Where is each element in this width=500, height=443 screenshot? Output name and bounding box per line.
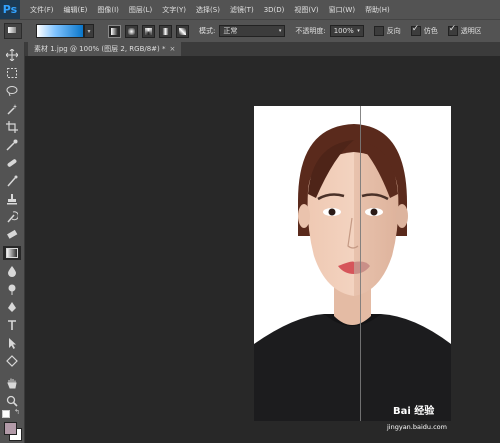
swap-colors-icon[interactable]: ↰	[14, 408, 20, 416]
chevron-down-icon: ▾	[357, 28, 360, 34]
clone-stamp-icon[interactable]	[3, 192, 21, 206]
move-icon[interactable]	[3, 48, 21, 62]
healing-brush-icon[interactable]	[3, 156, 21, 170]
tool-preset-picker[interactable]	[4, 23, 22, 39]
menu-3d[interactable]: 3D(D)	[264, 6, 285, 14]
reflected-gradient-icon[interactable]	[159, 24, 172, 38]
portrait-image	[254, 106, 451, 421]
menu-help[interactable]: 帮助(H)	[365, 5, 390, 15]
eraser-icon[interactable]	[3, 228, 21, 242]
menu-bar: Ps 文件(F) 编辑(E) 图像(I) 图层(L) 文字(Y) 选择(S) 滤…	[0, 0, 500, 19]
pen-icon[interactable]	[3, 300, 21, 314]
mode-select[interactable]: 正常 ▾	[219, 25, 286, 37]
gradient-icon[interactable]	[3, 246, 21, 260]
document-tab[interactable]: 素材 1.jpg @ 100% (图层 2, RGB/8#) * ×	[28, 42, 182, 56]
tools-panel: ↰	[0, 42, 25, 443]
dodge-icon[interactable]	[3, 282, 21, 296]
menu-image[interactable]: 图像(I)	[97, 5, 119, 15]
document-canvas-photo[interactable]	[254, 106, 451, 421]
watermark-logo: Bai 经验	[393, 406, 435, 417]
gradient-dropdown-icon[interactable]: ▾	[84, 24, 94, 38]
menu-window[interactable]: 窗口(W)	[329, 5, 355, 15]
opacity-label: 不透明度:	[295, 27, 326, 35]
reverse-checkbox[interactable]	[373, 26, 384, 36]
mode-value: 正常	[223, 27, 238, 35]
reverse-label: 反向	[386, 27, 401, 35]
document-tab-title: 素材 1.jpg @ 100% (图层 2, RGB/8#) *	[34, 45, 166, 53]
transparency-label: 透明区	[460, 27, 481, 35]
linear-gradient-icon[interactable]	[108, 24, 121, 38]
watermark-url: jingyan.baidu.com	[387, 423, 447, 431]
foreground-color-swatch[interactable]	[4, 422, 17, 435]
lasso-icon[interactable]	[3, 84, 21, 98]
mode-label: 模式:	[199, 27, 216, 35]
close-icon[interactable]: ×	[170, 45, 176, 53]
default-colors-icon[interactable]	[2, 410, 10, 418]
dither-label: 仿色	[423, 27, 438, 35]
menu-layer[interactable]: 图层(L)	[129, 5, 152, 15]
shape-icon[interactable]	[3, 354, 21, 368]
radial-gradient-icon[interactable]	[125, 24, 138, 38]
marquee-icon[interactable]	[3, 66, 21, 80]
brush-icon[interactable]	[3, 174, 21, 188]
menu-type[interactable]: 文字(Y)	[162, 5, 186, 15]
blur-icon[interactable]	[3, 264, 21, 278]
options-bar: ▾ 模式: 正常 ▾ 不透明度: 100% ▾ 反向 仿色 透明区	[0, 19, 500, 43]
path-selection-icon[interactable]	[3, 336, 21, 350]
chevron-down-icon: ▾	[278, 28, 282, 34]
gradient-preview[interactable]	[36, 24, 84, 38]
menu-view[interactable]: 视图(V)	[294, 5, 318, 15]
vertical-guide-line[interactable]	[360, 106, 361, 421]
menu-filter[interactable]: 滤镜(T)	[230, 5, 254, 15]
menu-file[interactable]: 文件(F)	[30, 5, 54, 15]
opacity-input[interactable]: 100% ▾	[329, 25, 364, 37]
menu-select[interactable]: 选择(S)	[196, 5, 220, 15]
opacity-value: 100%	[333, 27, 354, 35]
transparency-checkbox[interactable]	[447, 24, 458, 36]
menu-edit[interactable]: 编辑(E)	[64, 5, 88, 15]
hand-icon[interactable]	[3, 376, 21, 390]
magic-wand-icon[interactable]	[3, 102, 21, 116]
zoom-icon[interactable]	[3, 394, 21, 408]
diamond-gradient-icon[interactable]	[176, 24, 189, 38]
crop-icon[interactable]	[3, 120, 21, 134]
type-icon[interactable]	[3, 318, 21, 332]
document-tab-bar: 素材 1.jpg @ 100% (图层 2, RGB/8#) * ×	[24, 42, 500, 56]
eyedropper-icon[interactable]	[3, 138, 21, 152]
dither-checkbox[interactable]	[410, 24, 421, 36]
history-brush-icon[interactable]	[3, 210, 21, 224]
photoshop-logo: Ps	[0, 0, 20, 19]
angle-gradient-icon[interactable]	[142, 24, 155, 38]
